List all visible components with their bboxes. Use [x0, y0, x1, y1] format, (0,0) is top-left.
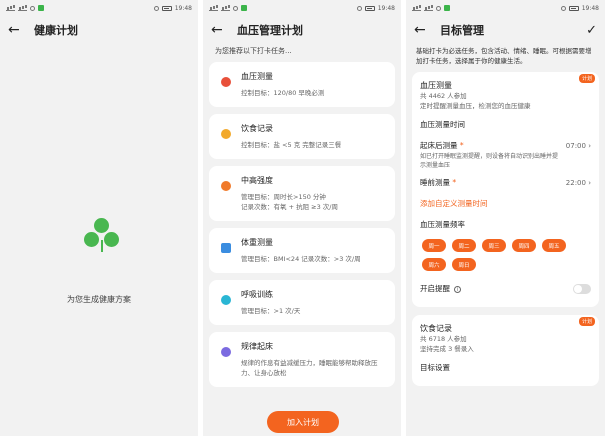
task-card-exercise[interactable]: 中高强度 管理目标：周时长>150 分钟 记录次数：有氧 + 抗阻 ≥3 次/周	[209, 166, 395, 221]
header: ← 目标管理 ✓	[406, 16, 605, 44]
day-chip[interactable]: 周二	[452, 239, 476, 252]
header: ← 健康计划	[0, 16, 198, 44]
signal-icon	[424, 6, 433, 11]
day-chip[interactable]: 周三	[482, 239, 506, 252]
status-bar: 19:48	[0, 0, 198, 16]
goal-card-diet: 计划 饮食记录 共 6718 人参加 坚持完成 3 餐录入 目标设置	[412, 315, 599, 386]
task-name: 规律起床	[241, 342, 273, 351]
clover-logo-icon	[84, 218, 120, 254]
join-plan-button[interactable]: 加入计划	[267, 411, 339, 433]
flame-icon	[221, 181, 231, 191]
status-time: 19:48	[581, 4, 599, 12]
frequency-label: 血压测量频率	[420, 220, 465, 229]
page-title: 血压管理计划	[237, 24, 303, 37]
reminder-toggle[interactable]	[573, 283, 591, 294]
breath-icon	[221, 295, 231, 305]
confirm-check-icon[interactable]: ✓	[586, 23, 597, 38]
loading-caption: 为您生成健康方案	[67, 295, 131, 304]
scale-icon	[221, 243, 231, 253]
screen-goal-management: 19:48 ← 目标管理 ✓ 基础打卡为必选任务，包含活动、情绪、睡眠。可根据需…	[406, 0, 605, 436]
participants: 共 6718 人参加	[420, 335, 467, 343]
screen-health-plan: 19:48 ← 健康计划 为您生成健康方案	[0, 0, 198, 436]
bowl-icon	[221, 129, 231, 139]
app-notification-icon	[38, 5, 44, 11]
task-card-diet[interactable]: 饮食记录 控制目标：盐 <5 克 完整记录三餐	[209, 114, 395, 159]
signal-icon	[209, 6, 218, 11]
day-chip[interactable]: 周一	[422, 239, 446, 252]
weekday-selector: 周一 周二 周三 周四 周五 周六 周日	[420, 235, 591, 275]
add-custom-time-link[interactable]: 添加自定义测量时间	[420, 193, 591, 214]
day-chip[interactable]: 周六	[422, 258, 446, 271]
goal-title: 饮食记录	[420, 324, 452, 333]
task-desc: 管理目标：>1 次/天	[241, 307, 301, 315]
task-card-bp[interactable]: 血压测量 控制目标：120/80 早晚必测	[209, 62, 395, 107]
task-name: 体重测量	[241, 238, 273, 247]
task-name: 饮食记录	[241, 124, 273, 133]
wifi-icon	[436, 5, 441, 11]
reminder-row: 开启提醒 i	[420, 275, 591, 299]
wifi-icon	[30, 5, 35, 11]
sleep-measure-time: 22:00 ›	[565, 178, 591, 187]
plan-tag: 计划	[578, 74, 595, 83]
day-chip[interactable]: 周五	[542, 239, 566, 252]
moon-icon	[221, 347, 231, 357]
task-desc: 控制目标：盐 <5 克 完整记录三餐	[241, 141, 342, 149]
task-name: 中高强度	[241, 176, 273, 185]
header: ← 血压管理计划	[203, 16, 401, 44]
signal-icon	[6, 6, 15, 11]
goal-desc: 坚持完成 3 餐录入	[420, 345, 474, 353]
goal-desc: 定时提醒测量血压，检测您的血压健康	[420, 102, 531, 110]
task-card-breathing[interactable]: 呼吸训练 管理目标：>1 次/天	[209, 280, 395, 325]
wake-measure-label: 起床后测量	[420, 141, 458, 150]
task-desc: 管理目标：BMI<24 记录次数：>3 次/周	[241, 255, 361, 263]
signal-icon	[18, 6, 27, 11]
day-chip[interactable]: 周日	[452, 258, 476, 271]
status-time: 19:48	[174, 4, 192, 12]
task-card-weight[interactable]: 体重测量 管理目标：BMI<24 记录次数：>3 次/周	[209, 228, 395, 273]
page-title: 健康计划	[34, 24, 78, 37]
alarm-icon	[356, 5, 362, 11]
task-desc: 规律的作息有益减缓压力，睡眠能够帮助释放压力、让身心放松	[241, 359, 378, 377]
reminder-label: 开启提醒	[420, 284, 450, 293]
page-title: 目标管理	[440, 24, 484, 37]
wake-measure-time: 07:00 ›	[565, 141, 591, 150]
app-notification-icon	[241, 5, 247, 11]
intro-text: 基础打卡为必选任务，包含活动、情绪、睡眠。可根据需要增加打卡任务，选择属于你的健…	[416, 47, 592, 65]
recommend-subtitle: 为您推荐以下打卡任务...	[215, 47, 292, 55]
back-arrow-icon[interactable]: ←	[211, 23, 229, 37]
wake-measure-desc: 如已打开睡眠监测提醒，则设备将自动识别出睡并提示测量血压	[420, 153, 559, 169]
app-notification-icon	[444, 5, 450, 11]
signal-icon	[221, 6, 230, 11]
day-chip[interactable]: 周四	[512, 239, 536, 252]
info-icon[interactable]: i	[454, 286, 461, 293]
signal-icon	[412, 6, 421, 11]
wifi-icon	[233, 5, 238, 11]
back-arrow-icon[interactable]: ←	[414, 23, 432, 37]
blood-drop-icon	[221, 77, 231, 87]
battery-icon	[161, 5, 172, 11]
sleep-measure-row[interactable]: 睡前测量 * 22:00 ›	[420, 170, 591, 193]
status-time: 19:48	[377, 4, 395, 12]
sleep-measure-label: 睡前测量	[420, 178, 450, 187]
plan-tag: 计划	[578, 317, 595, 326]
task-name: 血压测量	[241, 72, 273, 81]
alarm-icon	[560, 5, 566, 11]
status-bar: 19:48	[406, 0, 605, 16]
alarm-icon	[153, 5, 159, 11]
section-title: 血压测量时间	[420, 120, 465, 129]
goal-setting-label: 目标设置	[420, 363, 450, 372]
task-name: 呼吸训练	[241, 290, 273, 299]
battery-icon	[568, 5, 579, 11]
participants: 共 4462 人参加	[420, 92, 467, 100]
back-arrow-icon[interactable]: ←	[8, 23, 26, 37]
status-bar: 19:48	[203, 0, 401, 16]
task-card-wake[interactable]: 规律起床 规律的作息有益减缓压力，睡眠能够帮助释放压力、让身心放松	[209, 332, 395, 387]
task-desc: 控制目标：120/80 早晚必测	[241, 89, 325, 97]
wake-measure-row[interactable]: 起床后测量 * 07:00 ›	[420, 135, 591, 152]
screen-bp-plan: 19:48 ← 血压管理计划 为您推荐以下打卡任务... 血压测量 控制目标：1…	[203, 0, 401, 436]
goal-card-bp: 计划 血压测量 共 4462 人参加 定时提醒测量血压，检测您的血压健康 血压测…	[412, 72, 599, 307]
task-desc: 管理目标：周时长>150 分钟 记录次数：有氧 + 抗阻 ≥3 次/周	[241, 193, 338, 211]
goal-title: 血压测量	[420, 81, 452, 90]
battery-icon	[364, 5, 375, 11]
